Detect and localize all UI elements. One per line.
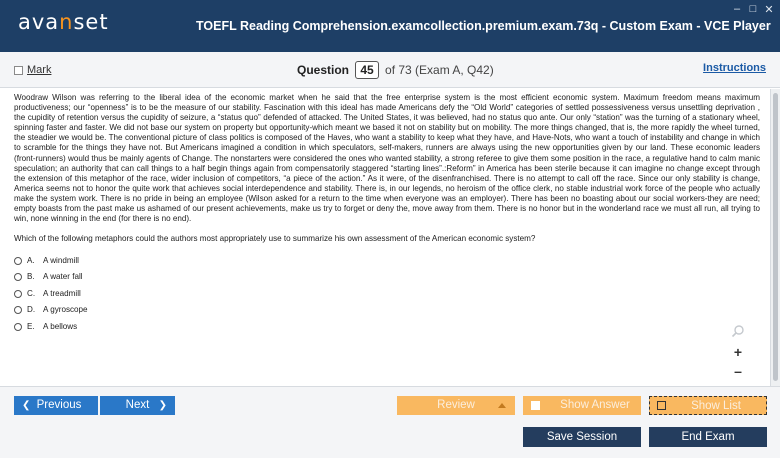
radio-icon[interactable]: [14, 256, 22, 265]
option-text: A windmill: [43, 255, 79, 265]
question-number-input[interactable]: 45: [355, 61, 380, 79]
question-count: of 73 (Exam A, Q42): [385, 63, 494, 77]
option-a[interactable]: A. A windmill: [14, 252, 760, 269]
option-text: A bellows: [43, 321, 78, 331]
question-text: Which of the following metaphors could t…: [14, 234, 536, 244]
option-letter: C.: [27, 288, 36, 298]
previous-button[interactable]: ❮ Previous: [14, 396, 98, 415]
answer-options: A. A windmill B. A water fall C. A tread…: [14, 252, 760, 335]
option-text: A gyroscope: [43, 305, 88, 315]
question-bar: Mark Question 45 of 73 (Exam A, Q42) Ins…: [0, 52, 780, 88]
review-label: Review: [437, 399, 475, 411]
scroll-thumb[interactable]: [773, 93, 778, 381]
maximize-icon[interactable]: □: [748, 3, 758, 16]
review-button[interactable]: Review: [397, 396, 515, 415]
chevron-right-icon: ❯: [158, 400, 167, 411]
option-letter: E.: [27, 321, 35, 331]
next-label: Next: [125, 399, 150, 411]
radio-icon[interactable]: [14, 306, 22, 315]
radio-icon[interactable]: [14, 289, 22, 298]
option-text: A water fall: [43, 272, 83, 282]
show-answer-label: Show Answer: [560, 399, 630, 411]
save-session-button[interactable]: Save Session: [523, 427, 641, 447]
minimize-icon[interactable]: –: [732, 3, 742, 16]
option-text: A treadmill: [43, 288, 81, 298]
checkbox-icon: [531, 401, 540, 410]
show-list-button[interactable]: Show List: [649, 396, 767, 415]
magnifier-icon: [731, 325, 744, 338]
close-icon[interactable]: ✕: [764, 3, 774, 16]
show-answer-button[interactable]: Show Answer: [523, 396, 641, 415]
caret-up-icon: [498, 403, 506, 408]
question-content: Woodraw Wilson was referring to the libe…: [0, 89, 770, 386]
mark-checkbox[interactable]: Mark: [14, 64, 51, 76]
checkbox-icon: [657, 401, 666, 410]
radio-icon[interactable]: [14, 322, 22, 331]
radio-icon[interactable]: [14, 273, 22, 282]
previous-label: Previous: [36, 399, 82, 411]
zoom-in-button[interactable]: +: [729, 344, 747, 360]
question-label: Question: [297, 63, 350, 77]
mark-label: Mark: [27, 64, 52, 76]
vertical-scrollbar[interactable]: [770, 89, 780, 386]
option-d[interactable]: D. A gyroscope: [14, 302, 760, 319]
avanset-logo: avanset: [18, 10, 109, 34]
end-exam-button[interactable]: End Exam: [649, 427, 767, 447]
option-letter: D.: [27, 305, 36, 315]
zoom-out-button[interactable]: –: [729, 363, 747, 379]
footer-toolbar: ❮ Previous Next ❯ Review Show Answer Sho…: [0, 386, 780, 458]
option-e[interactable]: E. A bellows: [14, 318, 760, 335]
option-letter: B.: [27, 272, 35, 282]
show-list-label: Show List: [691, 400, 741, 412]
chevron-left-icon: ❮: [22, 400, 31, 411]
checkbox-icon: [14, 65, 23, 75]
instructions-link[interactable]: Instructions: [703, 62, 766, 74]
option-b[interactable]: B. A water fall: [14, 269, 760, 286]
title-bar: avanset TOEFL Reading Comprehension.exam…: [0, 0, 780, 52]
reading-passage: Woodraw Wilson was referring to the libe…: [14, 93, 760, 224]
question-navigator: Question 45 of 73 (Exam A, Q42): [297, 61, 494, 79]
option-letter: A.: [27, 255, 35, 265]
next-button[interactable]: Next ❯: [100, 396, 175, 415]
window-controls: – □ ✕: [732, 3, 774, 16]
option-c[interactable]: C. A treadmill: [14, 285, 760, 302]
window-title: TOEFL Reading Comprehension.examcollecti…: [196, 19, 771, 33]
